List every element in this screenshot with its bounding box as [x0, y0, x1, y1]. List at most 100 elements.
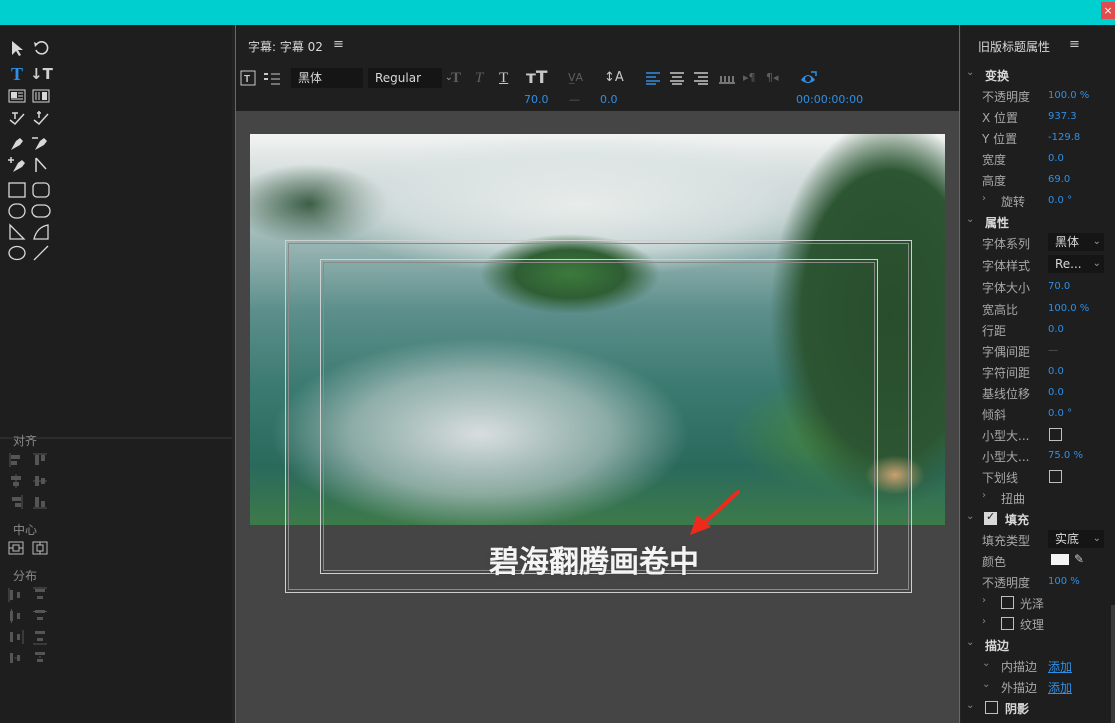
opacity-value[interactable]: 100.0 %: [1048, 90, 1089, 101]
ellipse-tool-icon[interactable]: [7, 243, 27, 263]
y-position-value[interactable]: -129.8: [1048, 132, 1080, 143]
vertical-path-type-tool-icon[interactable]: [31, 108, 51, 128]
line-tool-icon[interactable]: [31, 243, 51, 263]
add-outer-stroke-link[interactable]: 添加: [1048, 679, 1072, 696]
texture-row[interactable]: › 纹理: [961, 614, 1115, 634]
align-vertical-center-icon[interactable]: [32, 473, 48, 489]
distribute-vertical-even-icon[interactable]: [32, 650, 48, 666]
add-inner-stroke-link[interactable]: 添加: [1048, 658, 1072, 675]
properties-menu-icon[interactable]: ≡: [1069, 37, 1080, 52]
arc-tool-icon[interactable]: [31, 222, 51, 242]
transform-section[interactable]: ⌄ 变换: [961, 65, 1115, 85]
align-horizontal-center-icon[interactable]: [8, 473, 24, 489]
rotation-row[interactable]: › 旋转 0.0 °: [961, 191, 1115, 211]
rounded-corner-rectangle-tool-icon[interactable]: [31, 201, 51, 221]
width-value[interactable]: 0.0: [1048, 153, 1064, 164]
rectangle-tool-icon[interactable]: [7, 180, 27, 200]
fill-color-swatch[interactable]: [1051, 554, 1069, 565]
tab-stops-icon[interactable]: [263, 68, 281, 88]
add-anchor-tool-icon[interactable]: [7, 155, 27, 175]
font-style-dropdown[interactable]: Re... ⌄: [1048, 255, 1104, 273]
x-position-value[interactable]: 937.3: [1048, 111, 1077, 122]
slant-value[interactable]: 0.0 °: [1048, 408, 1072, 419]
stroke-section[interactable]: ⌄ 描边: [961, 635, 1115, 655]
chevron-down-icon: ⌄: [982, 658, 991, 669]
attributes-section[interactable]: ⌄ 属性: [961, 212, 1115, 232]
font-style-select[interactable]: Regular ⌄: [368, 68, 453, 88]
font-family-select[interactable]: 黑体 ⌄: [291, 68, 378, 88]
subtitle-text-object[interactable]: 碧海翻腾画卷中: [489, 537, 699, 581]
font-size-prop-value[interactable]: 70.0: [1048, 281, 1070, 292]
texture-checkbox[interactable]: [1001, 617, 1014, 630]
rotation-value[interactable]: 0.0 °: [1048, 195, 1072, 206]
path-type-tool-icon[interactable]: [7, 108, 27, 128]
font-size-value[interactable]: 70.0: [524, 93, 549, 106]
font-size-icon[interactable]: тT: [526, 68, 547, 88]
small-caps-checkbox[interactable]: [1049, 428, 1062, 441]
editor-menu-icon[interactable]: ≡: [333, 37, 344, 52]
delete-anchor-tool-icon[interactable]: [31, 133, 51, 153]
distort-row[interactable]: › 扭曲: [961, 488, 1115, 508]
fill-type-dropdown[interactable]: 实底 ⌄: [1048, 530, 1104, 548]
pen-tool-icon[interactable]: [7, 133, 27, 153]
aspect-value[interactable]: 100.0 %: [1048, 303, 1089, 314]
distribute-left-icon[interactable]: [8, 587, 24, 603]
paragraph-ltr-icon[interactable]: ▸¶: [743, 68, 756, 88]
kerning-value[interactable]: —: [569, 93, 580, 106]
distribute-right-icon[interactable]: [8, 629, 24, 645]
bold-icon[interactable]: T: [451, 68, 461, 88]
baseline-value[interactable]: 0.0: [1048, 387, 1064, 398]
align-text-left-icon[interactable]: [646, 68, 660, 88]
selection-tool-icon[interactable]: [7, 38, 27, 58]
kerning-icon[interactable]: V̲A: [568, 68, 583, 88]
tracking-value[interactable]: 0.0: [600, 93, 618, 106]
tracking-prop-value[interactable]: 0.0: [1048, 366, 1064, 377]
convert-anchor-tool-icon[interactable]: [31, 155, 51, 175]
underline-icon[interactable]: T: [499, 68, 508, 88]
rounded-rectangle-tool-icon[interactable]: [31, 180, 51, 200]
distribute-center-h-icon[interactable]: [8, 608, 24, 624]
roll-crawl-options-icon[interactable]: T: [240, 68, 256, 88]
sheen-row[interactable]: › 光泽: [961, 593, 1115, 613]
distribute-top-icon[interactable]: [32, 587, 48, 603]
align-text-right-icon[interactable]: [694, 68, 708, 88]
distribute-bottom-icon[interactable]: [32, 629, 48, 645]
height-value[interactable]: 69.0: [1048, 174, 1070, 185]
close-button[interactable]: ×: [1101, 2, 1115, 19]
shadow-section[interactable]: ⌄ 阴影: [961, 698, 1115, 718]
shadow-checkbox[interactable]: [985, 701, 998, 714]
clipped-corner-rectangle-tool-icon[interactable]: [7, 201, 27, 221]
type-tool-icon[interactable]: T: [7, 64, 27, 84]
italic-icon[interactable]: T: [475, 68, 483, 88]
show-background-video-icon[interactable]: [799, 68, 817, 88]
align-bottom-icon[interactable]: [32, 494, 48, 510]
tracking-icon[interactable]: ↕A: [604, 68, 624, 88]
small-caps-size-value[interactable]: 75.0 %: [1048, 450, 1083, 461]
distribute-center-v-icon[interactable]: [32, 608, 48, 624]
fill-checkbox[interactable]: [984, 510, 997, 525]
fill-section[interactable]: ⌄ 填充: [961, 509, 1115, 529]
properties-scrollbar[interactable]: [1111, 605, 1115, 723]
align-top-icon[interactable]: [32, 452, 48, 468]
font-family-dropdown[interactable]: 黑体 ⌄: [1048, 233, 1104, 251]
eyedropper-icon[interactable]: ✎: [1074, 552, 1084, 566]
vertical-area-type-tool-icon[interactable]: [31, 86, 51, 106]
kerning-prop-value[interactable]: —: [1048, 345, 1058, 356]
rotate-tool-icon[interactable]: [31, 38, 51, 58]
center-vertical-icon[interactable]: [32, 540, 48, 556]
underline-checkbox[interactable]: [1049, 470, 1062, 483]
background-timecode[interactable]: 00:00:00:00: [796, 93, 863, 106]
area-type-tool-icon[interactable]: [7, 86, 27, 106]
paragraph-rtl-icon[interactable]: ¶◂: [766, 68, 779, 88]
sheen-checkbox[interactable]: [1001, 596, 1014, 609]
distribute-horizontal-even-icon[interactable]: [8, 650, 24, 666]
align-right-icon[interactable]: [8, 494, 24, 510]
wedge-tool-icon[interactable]: [7, 222, 27, 242]
vertical-type-tool-icon[interactable]: ↓T: [30, 64, 53, 84]
align-left-icon[interactable]: [8, 452, 24, 468]
tab-ruler-icon[interactable]: [718, 68, 736, 88]
leading-value[interactable]: 0.0: [1048, 324, 1064, 335]
center-horizontal-icon[interactable]: [8, 540, 24, 556]
fill-opacity-value[interactable]: 100 %: [1048, 576, 1080, 587]
align-text-center-icon[interactable]: [670, 68, 684, 88]
